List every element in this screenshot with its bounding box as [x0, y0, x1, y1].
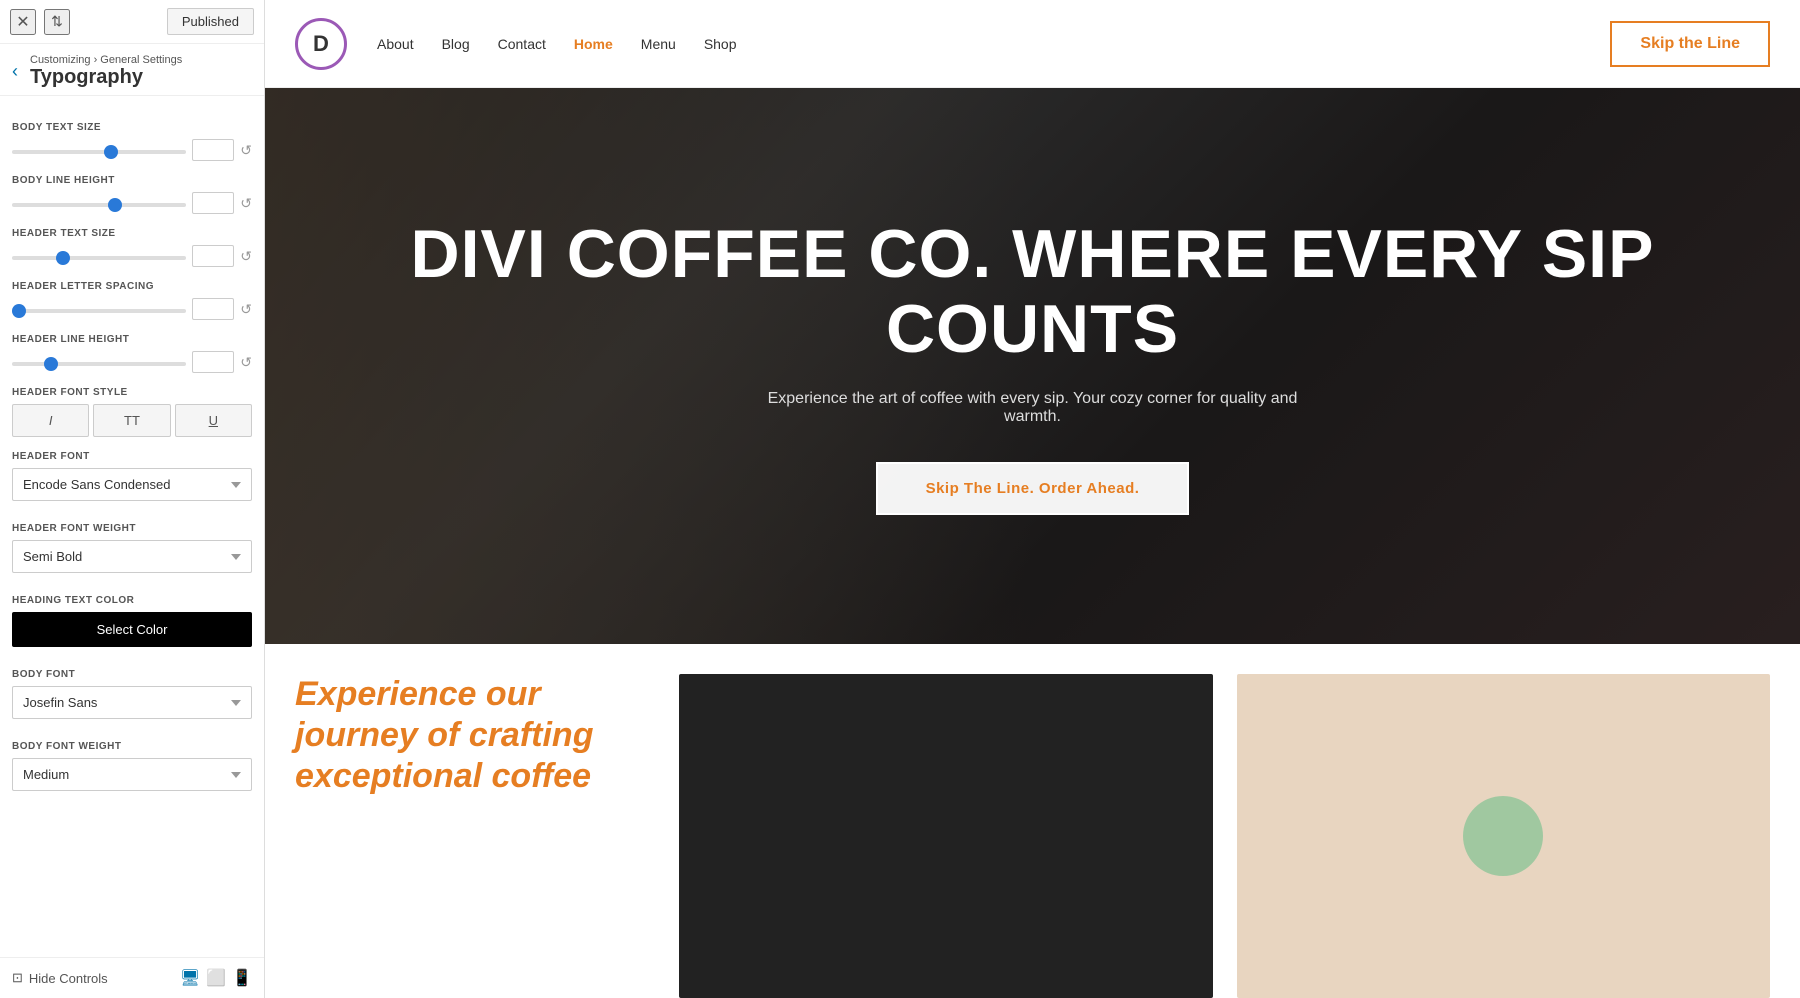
panel-content: BODY TEXT SIZE 17 ↺ BODY LINE HEIGHT 1.8… — [0, 96, 264, 957]
body-line-height-label: BODY LINE HEIGHT — [12, 175, 252, 186]
header-text-size-row: 30 ↺ — [12, 245, 252, 267]
body-font-weight-label: BODY FONT WEIGHT — [12, 741, 252, 752]
body-text-size-row: 17 ↺ — [12, 139, 252, 161]
body-line-height-row: 1.8 ↺ — [12, 192, 252, 214]
below-text: Experience our journey of crafting excep… — [295, 674, 655, 998]
header-font-label: HEADER FONT — [12, 451, 252, 462]
preview-hero: DIVI COFFEE CO. WHERE EVERY SIP COUNTS E… — [265, 88, 1800, 644]
nav-cta-button[interactable]: Skip the Line — [1610, 21, 1770, 67]
header-line-height-slider-wrap — [12, 353, 186, 371]
body-line-height-reset[interactable]: ↺ — [240, 195, 252, 212]
below-image-2-inner — [1463, 796, 1543, 876]
header-text-size-reset[interactable]: ↺ — [240, 248, 252, 265]
right-preview: D About Blog Contact Home Menu Shop Skip… — [265, 0, 1800, 998]
header-letter-spacing-input[interactable]: 0 — [192, 298, 234, 320]
body-text-size-input[interactable]: 17 — [192, 139, 234, 161]
header-line-height-reset[interactable]: ↺ — [240, 354, 252, 371]
select-color-button[interactable]: Select Color — [12, 612, 252, 647]
nav-links: About Blog Contact Home Menu Shop — [377, 36, 1580, 52]
header-font-select[interactable]: Encode Sans Condensed — [12, 468, 252, 501]
below-image-2 — [1237, 674, 1771, 998]
preview-nav: D About Blog Contact Home Menu Shop Skip… — [265, 0, 1800, 88]
hero-cta-button[interactable]: Skip The Line. Order Ahead. — [876, 462, 1190, 515]
font-style-row: I TT U — [12, 404, 252, 437]
close-button[interactable]: ✕ — [10, 9, 36, 35]
header-text-size-input[interactable]: 30 — [192, 245, 234, 267]
tablet-icon: ⬜ — [206, 970, 226, 987]
header-line-height-input[interactable]: 1 — [192, 351, 234, 373]
header-font-weight-label: HEADER FONT WEIGHT — [12, 523, 252, 534]
underline-style-button[interactable]: U — [175, 404, 252, 437]
panel-title: Typography — [30, 66, 182, 89]
hero-title: DIVI COFFEE CO. WHERE EVERY SIP COUNTS — [325, 217, 1740, 367]
mobile-icon: 📱 — [232, 970, 252, 987]
body-font-select[interactable]: Josefin Sans — [12, 686, 252, 719]
body-line-height-slider[interactable] — [12, 203, 186, 207]
header-text-size-slider-wrap — [12, 247, 186, 265]
header-line-height-slider[interactable] — [12, 362, 186, 366]
breadcrumb: Customizing › General Settings — [30, 54, 182, 66]
body-font-label: BODY FONT — [12, 669, 252, 680]
header-letter-spacing-reset[interactable]: ↺ — [240, 301, 252, 318]
mobile-icon-button[interactable]: 📱 — [232, 968, 252, 988]
published-button[interactable]: Published — [167, 8, 254, 35]
header-letter-spacing-label: HEADER LETTER SPACING — [12, 281, 252, 292]
header-letter-spacing-slider-wrap — [12, 300, 186, 318]
monitor-icon: ⊡ — [12, 970, 23, 986]
device-icons: 🖥 ⬜ 📱 — [180, 968, 252, 988]
header-text-size-slider[interactable] — [12, 256, 186, 260]
top-bar: ✕ ⇅ Published — [0, 0, 264, 44]
body-line-height-slider-wrap — [12, 194, 186, 212]
body-line-height-input[interactable]: 1.8 — [192, 192, 234, 214]
body-text-size-reset[interactable]: ↺ — [240, 142, 252, 159]
italic-style-button[interactable]: I — [12, 404, 89, 437]
body-text-size-slider[interactable] — [12, 150, 186, 154]
body-text-size-slider-wrap — [12, 141, 186, 159]
nav-link-about[interactable]: About — [377, 36, 414, 52]
nav-logo: D — [295, 18, 347, 70]
hide-controls-button[interactable]: ⊡ Hide Controls — [12, 970, 108, 986]
hero-content: DIVI COFFEE CO. WHERE EVERY SIP COUNTS E… — [265, 88, 1800, 644]
nav-link-contact[interactable]: Contact — [498, 36, 546, 52]
logo-letter: D — [313, 31, 329, 57]
hide-controls-label: Hide Controls — [29, 971, 108, 986]
nav-link-shop[interactable]: Shop — [704, 36, 737, 52]
breadcrumb-wrap: Customizing › General Settings Typograph… — [30, 54, 182, 89]
back-arrow-icon[interactable]: ‹ — [12, 61, 22, 82]
desktop-icon-button[interactable]: 🖥 — [180, 968, 200, 988]
tablet-icon-button[interactable]: ⬜ — [206, 968, 226, 988]
body-text-size-label: BODY TEXT SIZE — [12, 122, 252, 133]
heading-text-color-label: HEADING TEXT COLOR — [12, 595, 252, 606]
hero-subtitle: Experience the art of coffee with every … — [753, 390, 1313, 426]
below-image-1 — [679, 674, 1213, 998]
preview-below: Experience our journey of crafting excep… — [265, 644, 1800, 998]
left-panel: ✕ ⇅ Published ‹ Customizing › General Se… — [0, 0, 265, 998]
nav-link-menu[interactable]: Menu — [641, 36, 676, 52]
header-text-size-label: HEADER TEXT SIZE — [12, 228, 252, 239]
header-line-height-row: 1 ↺ — [12, 351, 252, 373]
panel-header: ‹ Customizing › General Settings Typogra… — [0, 44, 264, 96]
panel-bottom: ⊡ Hide Controls 🖥 ⬜ 📱 — [0, 957, 264, 998]
nav-link-blog[interactable]: Blog — [442, 36, 470, 52]
nav-link-home[interactable]: Home — [574, 36, 613, 52]
below-title: Experience our journey of crafting excep… — [295, 674, 655, 796]
header-line-height-label: HEADER LINE HEIGHT — [12, 334, 252, 345]
desktop-icon: 🖥 — [180, 970, 200, 987]
header-font-style-label: HEADER FONT STYLE — [12, 387, 252, 398]
caps-style-button[interactable]: TT — [93, 404, 170, 437]
undo-redo-button[interactable]: ⇅ — [44, 9, 70, 35]
header-font-weight-select[interactable]: Semi Bold — [12, 540, 252, 573]
header-letter-spacing-slider[interactable] — [12, 309, 186, 313]
header-letter-spacing-row: 0 ↺ — [12, 298, 252, 320]
body-font-weight-select[interactable]: Medium — [12, 758, 252, 791]
